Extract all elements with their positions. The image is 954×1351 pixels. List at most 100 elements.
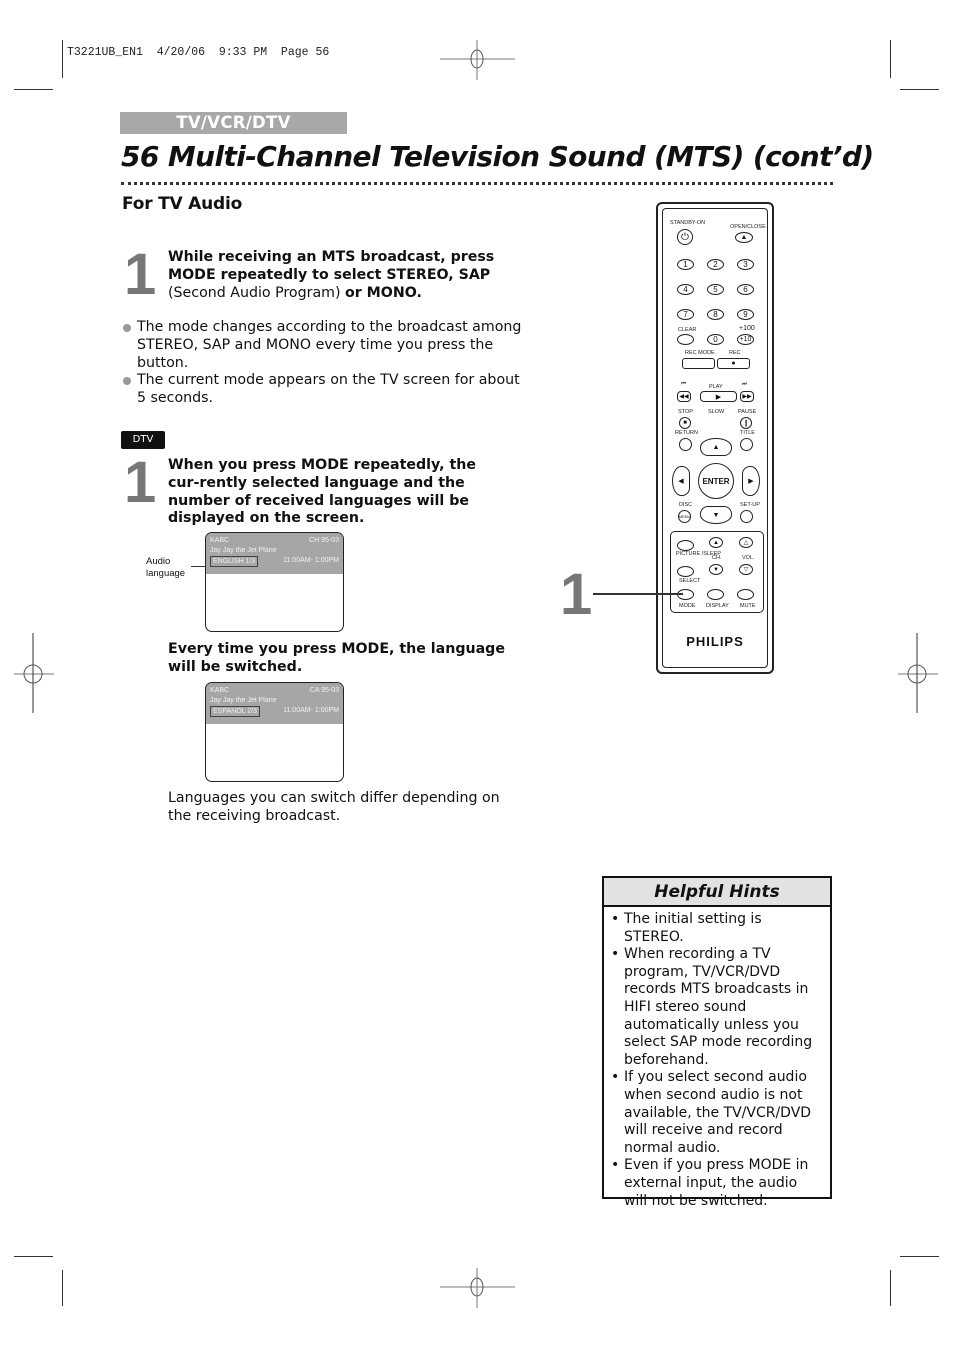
dotted-divider bbox=[121, 182, 833, 185]
step-instruction-bold-end: or MONO. bbox=[345, 284, 422, 301]
title-label: TITLE bbox=[740, 430, 755, 436]
audio-language: ESPANOL 2/3 bbox=[210, 706, 260, 717]
power-icon[interactable]: ⏻ bbox=[677, 229, 693, 245]
crop-mark bbox=[900, 89, 939, 90]
remote-control: STANDBY-ON ⏻ OPEN/CLOSE ▲ 1 2 3 4 5 6 7 … bbox=[656, 202, 774, 674]
crop-mark bbox=[62, 40, 63, 78]
setup-button[interactable] bbox=[740, 510, 753, 523]
crop-mark bbox=[14, 1256, 53, 1257]
num-button-9[interactable]: 9 bbox=[737, 309, 754, 320]
num-button-7[interactable]: 7 bbox=[677, 309, 694, 320]
num-button-8[interactable]: 8 bbox=[707, 309, 724, 320]
step-instruction-normal: (Second Audio Program) bbox=[168, 284, 345, 301]
openclose-label: OPEN/CLOSE bbox=[730, 224, 766, 230]
hint-item: Even if you press MODE in external input… bbox=[610, 1157, 824, 1210]
hint-item: The initial setting is STEREO. bbox=[610, 911, 824, 946]
return-label: RETURN bbox=[675, 430, 698, 436]
audio-language: ENGLISH 1/3 bbox=[210, 556, 259, 567]
dtv-badge: DTV bbox=[121, 431, 165, 449]
standby-label: STANDBY-ON bbox=[670, 220, 706, 226]
bullet-item: The current mode appears on the TV scree… bbox=[122, 372, 522, 408]
crop-mark bbox=[14, 89, 53, 90]
dtv-step-instruction: When you press MODE repeatedly, the cur-… bbox=[168, 457, 477, 527]
station-name: KABC bbox=[210, 687, 230, 694]
program-title: Jay Jay the Jet Plane bbox=[210, 697, 277, 704]
display-button[interactable] bbox=[707, 589, 724, 600]
play-button[interactable]: ▶ bbox=[700, 391, 737, 402]
clear-label: CLEAR bbox=[678, 327, 697, 333]
mute-button[interactable] bbox=[737, 589, 754, 600]
plus10-button[interactable]: +10 bbox=[737, 334, 754, 345]
forward-button[interactable]: ▶▶ bbox=[740, 391, 754, 402]
left-arrow-button[interactable]: ◀ bbox=[672, 466, 690, 496]
num-button-0[interactable]: 0 bbox=[707, 334, 724, 345]
step-instruction-bold: While receiving an MTS broadcast, press … bbox=[168, 249, 495, 283]
stop-label: STOP bbox=[678, 409, 693, 415]
num-button-6[interactable]: 6 bbox=[737, 284, 754, 295]
step-number: 1 bbox=[124, 450, 157, 515]
registration-mark-icon bbox=[14, 633, 54, 713]
hints-list: The initial setting is STEREO. When reco… bbox=[604, 907, 830, 1210]
rec-label: REC bbox=[729, 350, 741, 356]
play-label: PLAY bbox=[709, 384, 723, 390]
down-arrow-button[interactable]: ▼ bbox=[700, 506, 732, 524]
bullet-item: The mode changes according to the broadc… bbox=[122, 319, 522, 372]
up-arrow-button[interactable]: ▲ bbox=[700, 438, 732, 456]
num-button-2[interactable]: 2 bbox=[707, 259, 724, 270]
prev-label: ⏮ bbox=[681, 381, 686, 387]
subheading: For TV Audio bbox=[122, 194, 243, 214]
volume-down-button[interactable]: ▽ bbox=[739, 564, 753, 575]
num-button-3[interactable]: 3 bbox=[737, 259, 754, 270]
crop-mark bbox=[890, 1270, 891, 1306]
channel-label: CH. bbox=[712, 555, 722, 561]
callout-line2: language bbox=[146, 568, 186, 579]
enter-button[interactable]: ENTER bbox=[698, 463, 734, 499]
volume-label: VOL. bbox=[742, 555, 755, 561]
title-button[interactable] bbox=[740, 438, 753, 451]
num-button-4[interactable]: 4 bbox=[677, 284, 694, 295]
right-arrow-button[interactable]: ▶ bbox=[742, 466, 760, 496]
channel-number: CA 95-03 bbox=[309, 687, 339, 694]
plus100-label: +100 bbox=[739, 325, 755, 332]
recmode-button[interactable] bbox=[682, 358, 715, 369]
audio-language-callout: Audio language bbox=[146, 556, 185, 580]
registration-mark-icon bbox=[898, 633, 938, 713]
hint-item: When recording a TV program, TV/VCR/DVD … bbox=[610, 946, 824, 1069]
callout-line1: Audio bbox=[146, 556, 171, 567]
bullet-list: The mode changes according to the broadc… bbox=[122, 319, 522, 408]
volume-up-button[interactable]: △ bbox=[739, 537, 753, 548]
mode-pointer-line bbox=[593, 593, 683, 595]
tv-screen-english: KABC CH 95-03 Jay Jay the Jet Plane ENGLI… bbox=[205, 532, 344, 632]
program-title: Jay Jay the Jet Plane bbox=[210, 547, 277, 554]
display-label: DISPLAY bbox=[706, 603, 729, 609]
program-time: 11:00AM- 1:00PM bbox=[283, 557, 339, 564]
tv-screen-espanol: KABC CA 95-03 Jay Jay the Jet Plane ESPAN… bbox=[205, 682, 344, 782]
eject-icon[interactable]: ▲ bbox=[735, 232, 753, 243]
helpful-hints-box: Helpful Hints The initial setting is STE… bbox=[602, 876, 832, 1209]
channel-down-button[interactable]: ▼ bbox=[709, 564, 723, 575]
note-text: Languages you can switch differ dependin… bbox=[168, 790, 500, 824]
registration-mark-icon bbox=[440, 1268, 515, 1308]
pause-button[interactable]: ❙ bbox=[740, 417, 752, 429]
rewind-button[interactable]: ◀◀ bbox=[677, 391, 691, 402]
brand-logo: PHILIPS bbox=[686, 634, 744, 649]
select-button[interactable] bbox=[677, 566, 694, 577]
stop-button[interactable]: ■ bbox=[679, 417, 691, 429]
slow-label: SLOW bbox=[708, 409, 725, 415]
step-number-remote: 1 bbox=[560, 562, 593, 627]
osd-banner: KABC CH 95-03 Jay Jay the Jet Plane ENGLI… bbox=[206, 533, 343, 574]
clear-button[interactable] bbox=[677, 334, 694, 345]
return-button[interactable] bbox=[679, 438, 692, 451]
page-title: 56 Multi-Channel Television Sound (MTS) … bbox=[121, 140, 874, 173]
setup-label: SET-UP bbox=[740, 502, 760, 508]
num-button-5[interactable]: 5 bbox=[707, 284, 724, 295]
mode-label: MODE bbox=[679, 603, 696, 609]
mute-label: MUTE bbox=[740, 603, 756, 609]
disc-menu-button[interactable]: MENU bbox=[678, 510, 691, 523]
channel-up-button[interactable]: ▲ bbox=[709, 537, 723, 548]
picture-sleep-button[interactable] bbox=[677, 540, 694, 551]
rec-button[interactable]: ● bbox=[717, 358, 750, 369]
pause-label: PAUSE bbox=[738, 409, 757, 415]
program-time: 11:00AM- 1:00PM bbox=[283, 707, 339, 714]
num-button-1[interactable]: 1 bbox=[677, 259, 694, 270]
